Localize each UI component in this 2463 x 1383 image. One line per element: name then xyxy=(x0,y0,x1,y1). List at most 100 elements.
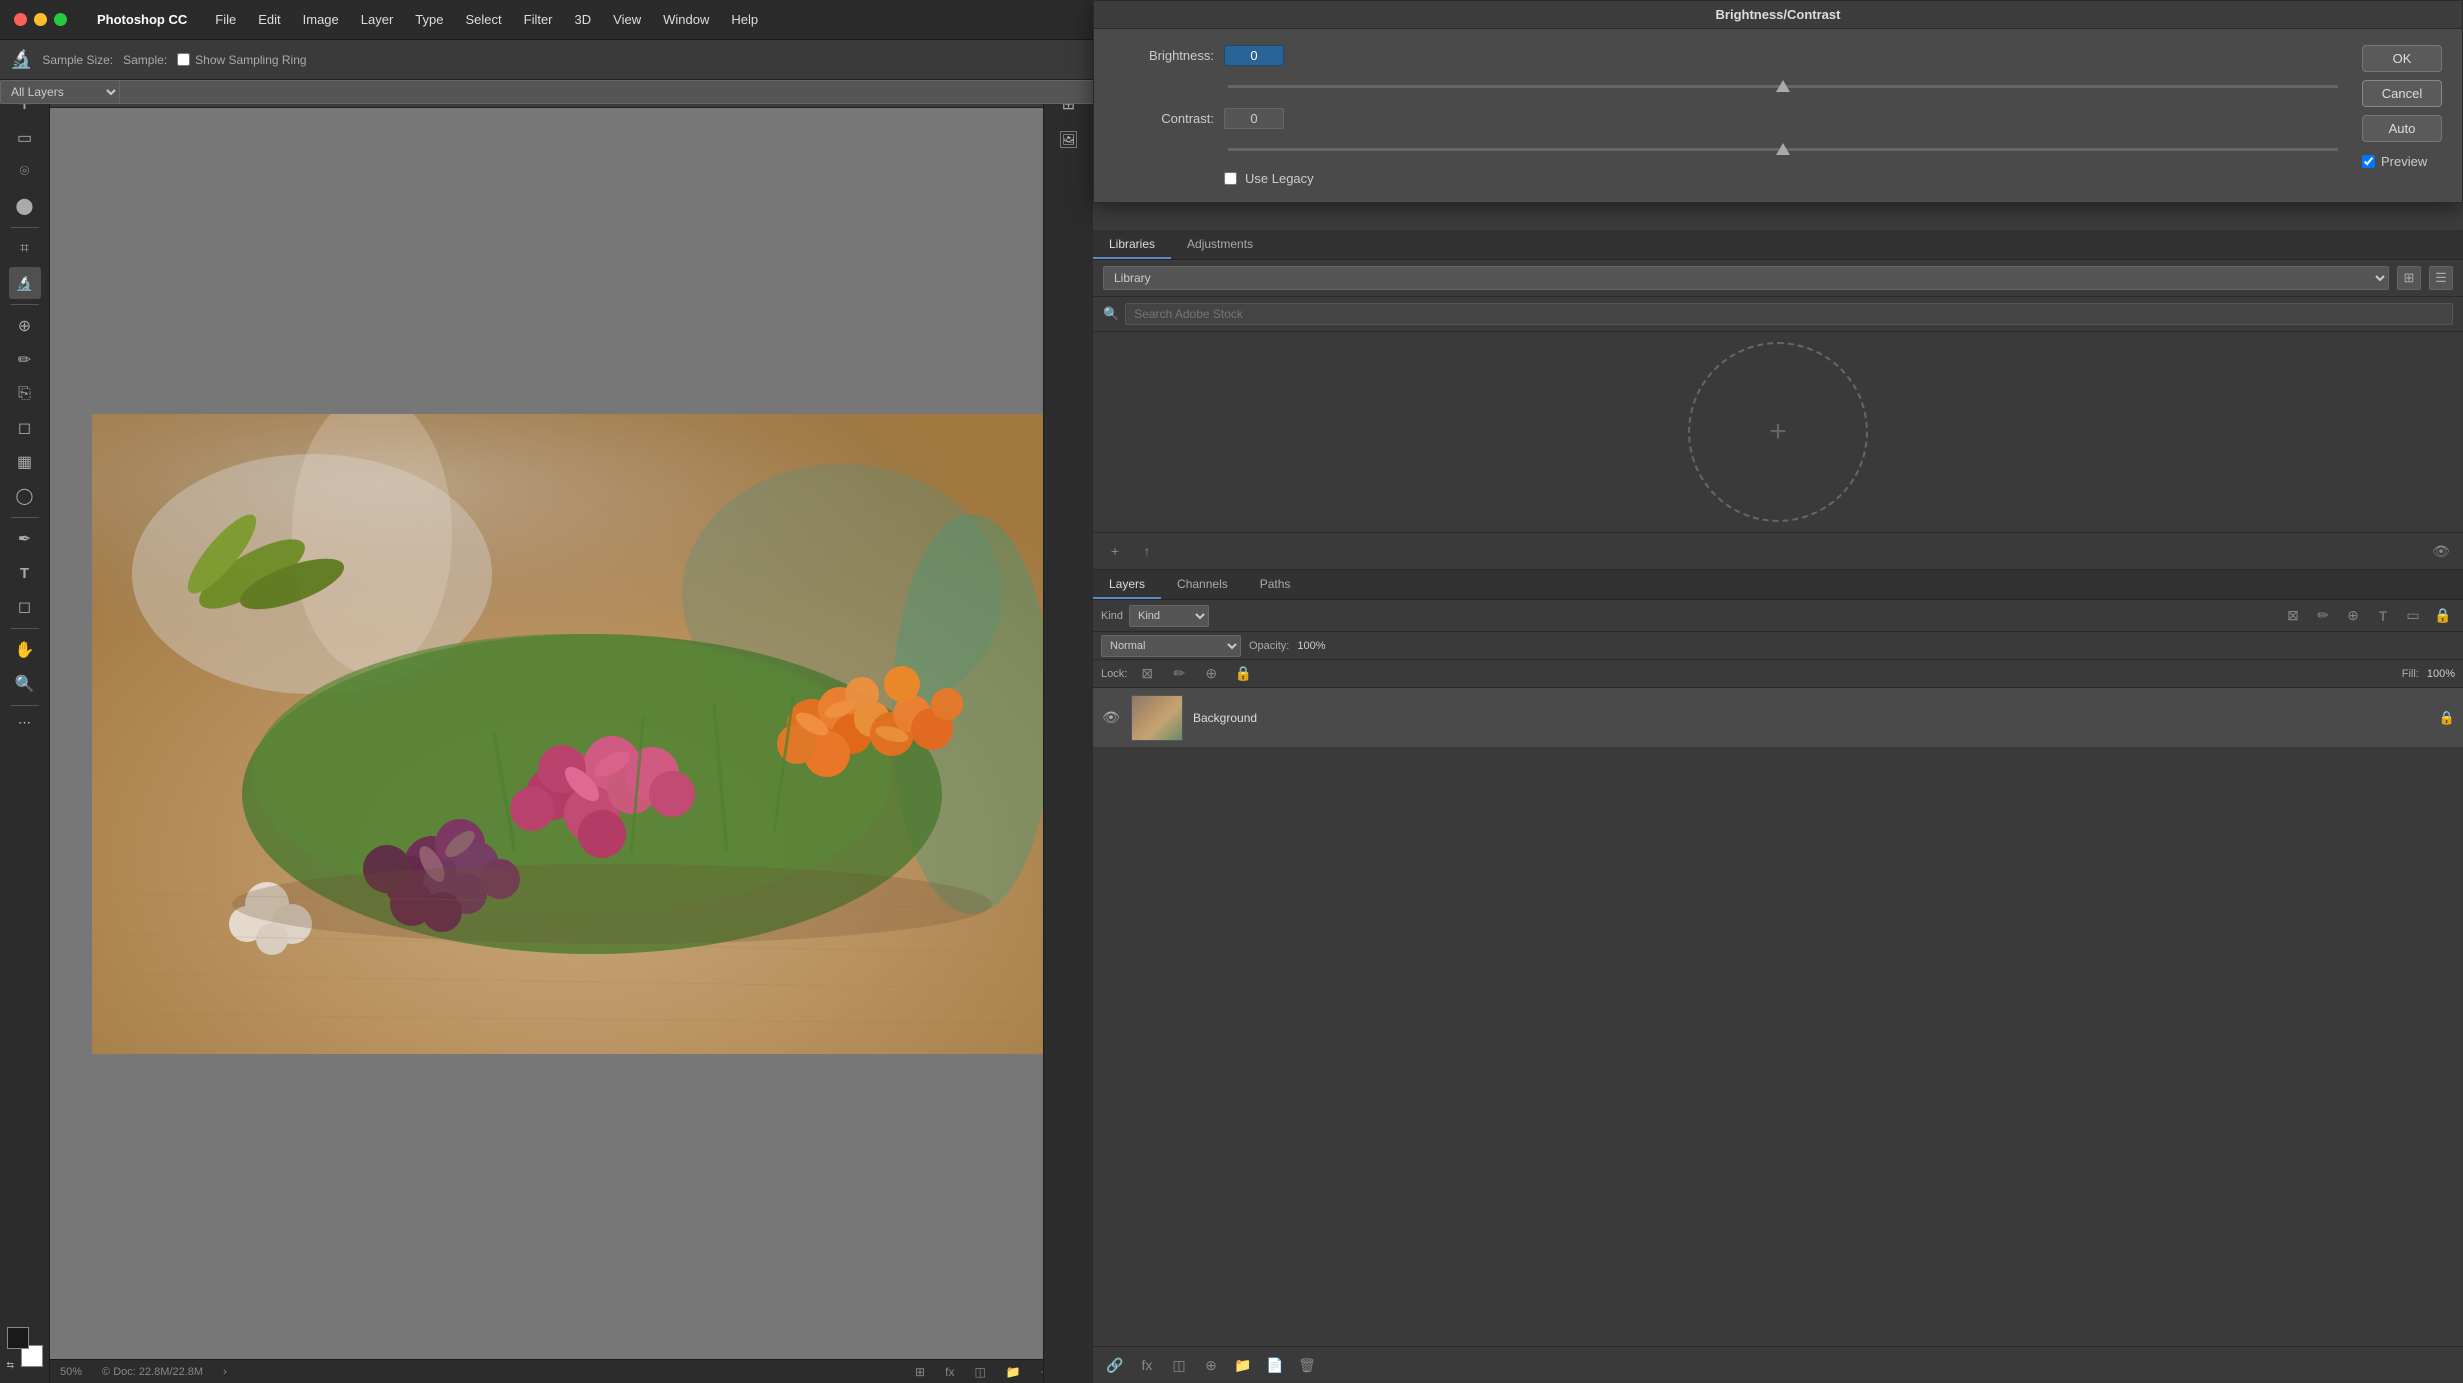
eye-library-button[interactable]: 👁 xyxy=(2429,539,2453,563)
layer-tool-1[interactable]: ⊠ xyxy=(2281,604,2305,628)
tool-hand[interactable]: ✋ xyxy=(9,634,41,666)
menu-help[interactable]: Help xyxy=(721,8,768,31)
layer-visibility-toggle[interactable]: 👁 xyxy=(1101,709,1121,726)
lock-all-btn[interactable]: 🔒 xyxy=(1231,662,1255,686)
next-arrow[interactable]: › xyxy=(223,1366,227,1378)
circle-plus-icon: + xyxy=(1769,415,1787,449)
menu-filter[interactable]: Filter xyxy=(514,8,563,31)
show-sampling-ring-checkbox[interactable] xyxy=(177,53,190,66)
tool-eyedropper[interactable]: 🔬 xyxy=(9,267,41,299)
contrast-slider-container[interactable] xyxy=(1224,141,2342,157)
tool-eraser[interactable]: ◻ xyxy=(9,412,41,444)
use-legacy-checkbox[interactable] xyxy=(1224,172,1237,185)
layer-tool-2[interactable]: ✏ xyxy=(2311,604,2335,628)
tool-type[interactable]: T xyxy=(9,557,41,589)
tab-paths[interactable]: Paths xyxy=(1244,571,1307,599)
fill-value[interactable]: 100% xyxy=(2427,668,2455,680)
lock-image-btn[interactable]: ✏ xyxy=(1167,662,1191,686)
table-row[interactable]: 👁 Background 🔒 xyxy=(1093,688,2463,748)
upload-library-button[interactable]: ↑ xyxy=(1135,539,1159,563)
add-mask-button[interactable]: ◫ xyxy=(1167,1353,1191,1377)
eyedropper-tool-icon[interactable]: 🔬 xyxy=(10,49,32,70)
layer-tool-6[interactable]: 🔒 xyxy=(2431,604,2455,628)
color-swatches[interactable]: ⇆ xyxy=(7,1327,43,1367)
preview-checkbox[interactable] xyxy=(2362,155,2375,168)
layer-name[interactable]: Background xyxy=(1193,711,2429,725)
tool-clone[interactable]: ⎘ xyxy=(9,378,41,410)
new-adjustment-button[interactable]: ⊕ xyxy=(1199,1353,1223,1377)
close-button[interactable] xyxy=(14,13,27,26)
grid-view-button[interactable]: ⊞ xyxy=(2397,266,2421,290)
sample-value-select[interactable]: All Layers xyxy=(0,80,120,104)
app-name-menu[interactable]: Photoshop CC xyxy=(87,8,197,31)
tab-channels[interactable]: Channels xyxy=(1161,571,1244,599)
minimize-button[interactable] xyxy=(34,13,47,26)
contrast-label: Contrast: xyxy=(1114,111,1214,126)
add-link-button[interactable]: 🔗 xyxy=(1103,1353,1127,1377)
tool-lasso[interactable]: ⌾ xyxy=(9,156,41,188)
panel-icon-2[interactable]: 🖼 xyxy=(1053,124,1085,156)
tab-adjustments[interactable]: Adjustments xyxy=(1171,231,1269,259)
menu-view[interactable]: View xyxy=(603,8,651,31)
tool-pen[interactable]: ✒ xyxy=(9,523,41,555)
nav-icon-4[interactable]: 📁 xyxy=(1006,1365,1021,1379)
new-group-button[interactable]: 📁 xyxy=(1231,1353,1255,1377)
left-toolbar: ✛ ▭ ⌾ ⬤ ⌗ 🔬 ⊕ ✏ ⎘ ◻ ▦ ◯ ✒ T ◻ ✋ 🔍 ⋯ ⇆ xyxy=(0,80,50,1383)
layer-tool-3[interactable]: ⊕ xyxy=(2341,604,2365,628)
nav-icon-1[interactable]: ⊞ xyxy=(915,1365,925,1379)
foreground-color-swatch[interactable] xyxy=(7,1327,29,1349)
menu-layer[interactable]: Layer xyxy=(351,8,404,31)
menu-edit[interactable]: Edit xyxy=(248,8,290,31)
maximize-button[interactable] xyxy=(54,13,67,26)
ok-button[interactable]: OK xyxy=(2362,45,2442,72)
library-add-circle[interactable]: + xyxy=(1688,342,1868,522)
tool-zoom[interactable]: 🔍 xyxy=(9,668,41,700)
traffic-lights[interactable] xyxy=(14,13,67,26)
swap-colors-icon[interactable]: ⇆ xyxy=(7,1360,15,1371)
tool-healing[interactable]: ⊕ xyxy=(9,310,41,342)
brightness-input[interactable] xyxy=(1224,45,1284,66)
layer-tool-4[interactable]: T xyxy=(2371,604,2395,628)
list-view-button[interactable]: ☰ xyxy=(2429,266,2453,290)
auto-button[interactable]: Auto xyxy=(2362,115,2442,142)
lasso-icon: ⌾ xyxy=(20,163,30,181)
adobe-stock-search[interactable] xyxy=(1125,303,2453,325)
menu-3d[interactable]: 3D xyxy=(565,8,602,31)
canvas-scroll[interactable] xyxy=(50,108,1093,1359)
menu-type[interactable]: Type xyxy=(405,8,453,31)
tool-crop[interactable]: ⌗ xyxy=(9,233,41,265)
menu-image[interactable]: Image xyxy=(293,8,349,31)
tool-select-rect[interactable]: ▭ xyxy=(9,122,41,154)
brightness-slider-thumb[interactable] xyxy=(1776,80,1790,92)
nav-icon-2[interactable]: fx xyxy=(945,1365,954,1379)
tab-layers[interactable]: Layers xyxy=(1093,571,1161,599)
contrast-slider-thumb[interactable] xyxy=(1776,143,1790,155)
contrast-input[interactable] xyxy=(1224,108,1284,129)
delete-layer-button[interactable]: 🗑 xyxy=(1295,1353,1319,1377)
tool-brush[interactable]: ✏ xyxy=(9,344,41,376)
menu-select[interactable]: Select xyxy=(455,8,511,31)
tool-extra[interactable]: ⋯ xyxy=(18,715,31,731)
add-library-button[interactable]: + xyxy=(1103,539,1127,563)
tab-libraries[interactable]: Libraries xyxy=(1093,231,1171,259)
layer-tool-5[interactable]: ▭ xyxy=(2401,604,2425,628)
tool-quick-select[interactable]: ⬤ xyxy=(9,190,41,222)
opacity-value[interactable]: 100% xyxy=(1297,640,1325,652)
lock-position-btn[interactable]: ⊕ xyxy=(1199,662,1223,686)
menu-file[interactable]: File xyxy=(205,8,246,31)
contrast-row: Contrast: xyxy=(1114,108,2342,129)
tool-dodge[interactable]: ◯ xyxy=(9,480,41,512)
lock-transparent-btn[interactable]: ⊠ xyxy=(1135,662,1159,686)
menu-window[interactable]: Window xyxy=(653,8,719,31)
blend-mode-select[interactable]: Normal xyxy=(1101,635,1241,657)
tool-shape[interactable]: ◻ xyxy=(9,591,41,623)
add-fx-button[interactable]: fx xyxy=(1135,1353,1159,1377)
nav-icon-3[interactable]: ◫ xyxy=(974,1365,985,1379)
layer-lock-icon: 🔒 xyxy=(2439,710,2455,726)
brightness-slider-container[interactable] xyxy=(1224,78,2342,94)
new-layer-button[interactable]: 📄 xyxy=(1263,1353,1287,1377)
library-select[interactable]: Library xyxy=(1103,266,2389,290)
kind-select[interactable]: Kind xyxy=(1129,605,1209,627)
tool-gradient[interactable]: ▦ xyxy=(9,446,41,478)
cancel-button[interactable]: Cancel xyxy=(2362,80,2442,107)
